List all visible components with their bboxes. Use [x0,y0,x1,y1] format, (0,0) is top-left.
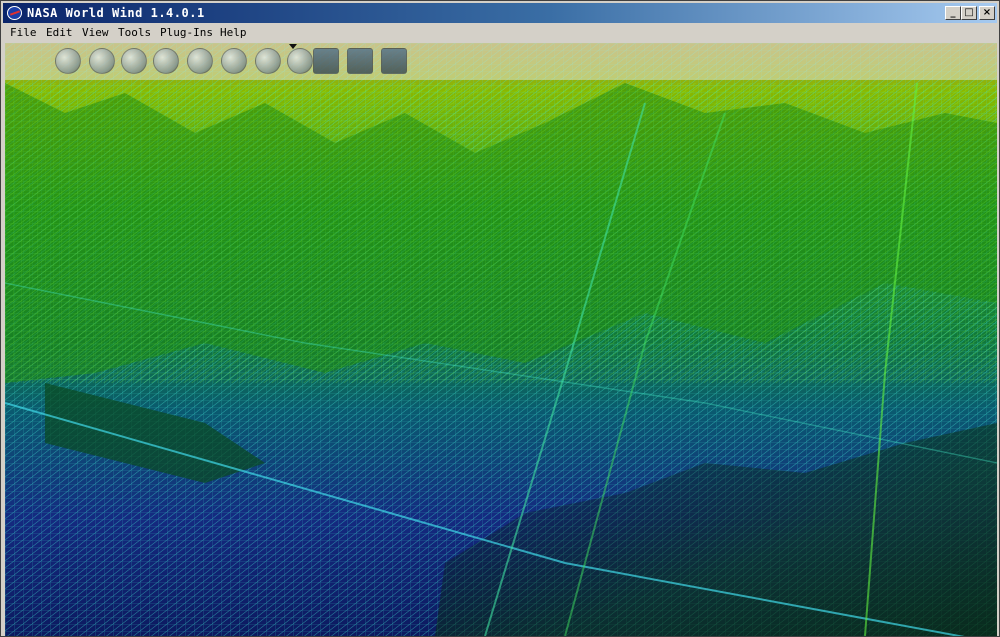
window-title: NASA World Wind 1.4.0.1 [27,6,205,20]
satellite-image-icon[interactable] [347,48,373,74]
menu-tools[interactable]: Tools [118,26,151,39]
terrain-map-icon[interactable] [381,48,407,74]
grid-lines-icon[interactable] [121,48,147,74]
globe-viewport[interactable] [5,43,997,636]
globe-icon[interactable] [153,48,179,74]
close-button[interactable]: × [979,6,995,20]
menu-edit[interactable]: Edit [46,26,73,39]
map-layer-icon[interactable] [313,48,339,74]
terrain-wireframe[interactable] [5,43,997,636]
menu-bar: File Edit View Tools Plug-Ins Help [3,24,997,42]
title-bar[interactable]: NASA World Wind 1.4.0.1 _ □ × [3,3,997,23]
clock-icon[interactable] [187,48,213,74]
menu-file[interactable]: File [10,26,37,39]
blue-marble-globe-icon[interactable] [55,48,81,74]
menu-help[interactable]: Help [220,26,247,39]
menu-plug-ins[interactable]: Plug-Ins [160,26,213,39]
nasa-logo-icon [7,6,22,20]
globe-dropdown-icon[interactable] [287,48,313,74]
menu-view[interactable]: View [82,26,109,39]
magnifier-search-icon[interactable] [221,48,247,74]
dropdown-caret-icon[interactable] [289,44,297,49]
maximize-button[interactable]: □ [961,6,977,20]
toolbar [5,43,997,80]
globe-layer-icon[interactable] [255,48,281,74]
app-window: NASA World Wind 1.4.0.1 _ □ × File Edit … [0,0,1000,637]
minimize-button[interactable]: _ [945,6,961,20]
landsat-globe-icon[interactable] [89,48,115,74]
